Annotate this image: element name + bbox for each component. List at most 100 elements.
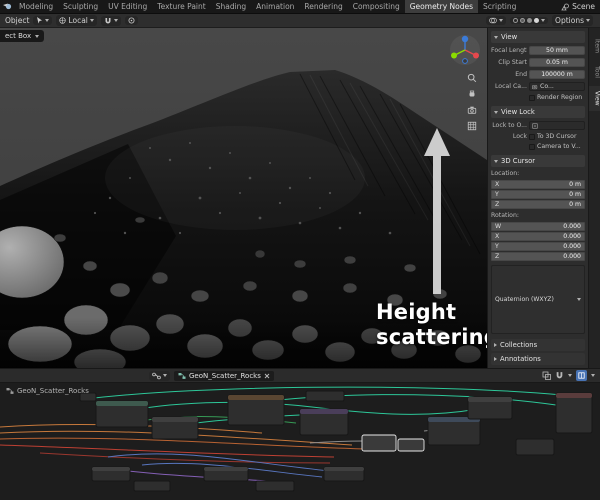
tab-texture-paint[interactable]: Texture Paint [152, 0, 210, 13]
panel-collapsed-icon [494, 357, 497, 361]
axis-z-neg-handle[interactable] [462, 58, 468, 64]
cursor-panel-header[interactable]: 3D Cursor [491, 155, 585, 167]
clip-end-field[interactable]: 100000 m [529, 70, 585, 79]
cursor-location-x[interactable]: X 0 m [491, 180, 585, 189]
tab-compositing[interactable]: Compositing [348, 0, 405, 13]
cursor-location-z[interactable]: Z 0 m [491, 200, 585, 209]
cursor-rotation-w[interactable]: W 0.000 [491, 222, 585, 231]
panel-collapsed-icon [494, 343, 497, 347]
tab-animation[interactable]: Animation [251, 0, 299, 13]
axis-value: 0.000 [563, 233, 581, 240]
clip-start-field[interactable]: 0.05 m [529, 58, 585, 67]
node[interactable] [299, 408, 349, 436]
overlay-toggle-active[interactable] [576, 370, 587, 381]
solid-shading-icon[interactable] [520, 18, 526, 23]
render-region-checkbox[interactable] [529, 94, 535, 101]
editor-type-dropdown[interactable] [149, 370, 170, 381]
pan-button[interactable] [466, 88, 478, 100]
node[interactable] [133, 480, 171, 492]
transform-orientation-dropdown[interactable]: Local [56, 15, 97, 26]
annotation-text: Height scattering [376, 300, 487, 350]
tab-sculpting[interactable]: Sculpting [58, 0, 103, 13]
camera-to-view-label: Camera to V... [537, 143, 581, 150]
to-3d-cursor-checkbox[interactable] [529, 133, 535, 140]
zoom-button[interactable] [466, 72, 478, 84]
rotation-mode-dropdown[interactable]: Quaternion (WXYZ) [491, 265, 585, 334]
cursor-rotation-y[interactable]: Y 0.000 [491, 242, 585, 251]
node-editor-canvas[interactable]: GeoN_Scatter_Rocks [0, 383, 600, 500]
snap-magnet-icon[interactable] [555, 371, 564, 380]
collections-panel-header[interactable]: Collections [491, 339, 585, 351]
node-tree-icon [6, 388, 14, 394]
node[interactable] [427, 416, 481, 446]
wireframe-shading-icon[interactable] [513, 18, 519, 23]
tab-modeling[interactable]: Modeling [14, 0, 58, 13]
axis-z-handle[interactable] [461, 35, 469, 43]
chevron-down-icon [541, 19, 546, 22]
navigation-gizmo[interactable] [449, 34, 481, 66]
rendered-shading-icon[interactable] [534, 18, 540, 23]
axis-x-handle[interactable] [473, 52, 479, 59]
viewport-3d[interactable]: Height scattering ect Box [0, 28, 487, 368]
shading-mode-switch[interactable] [510, 17, 549, 24]
chevron-down-icon [591, 374, 595, 377]
axis-value: 0 m [569, 191, 581, 198]
node[interactable] [255, 480, 295, 492]
tab-scripting[interactable]: Scripting [478, 0, 521, 13]
scene-selector[interactable]: Scene [561, 0, 600, 13]
node[interactable] [95, 400, 149, 428]
sidebar-tab-tool[interactable]: Tool [589, 61, 600, 83]
node-tree-breadcrumb[interactable]: GeoN_Scatter_Rocks [174, 370, 274, 381]
chevron-down-icon [568, 374, 572, 377]
view-panel-header[interactable]: View [491, 31, 585, 43]
active-tool-dropdown[interactable]: ect Box [0, 30, 45, 42]
focal-length-label: Focal Length [491, 47, 527, 54]
object-menu[interactable]: Object [5, 16, 29, 25]
sidebar-tab-item[interactable]: Item [589, 34, 600, 58]
close-icon[interactable] [264, 373, 270, 379]
node[interactable] [227, 394, 285, 426]
node[interactable] [203, 466, 249, 482]
snap-toggle[interactable] [100, 15, 121, 26]
node[interactable] [323, 466, 365, 482]
material-shading-icon[interactable] [527, 18, 533, 23]
panel-expand-icon [494, 110, 498, 114]
blender-menu-icon[interactable] [0, 0, 14, 13]
sidebar-tab-view[interactable]: View [588, 86, 600, 111]
node[interactable] [91, 466, 131, 482]
axis-letter: Y [495, 191, 499, 198]
tab-uv-editing[interactable]: UV Editing [103, 0, 152, 13]
orientation-value: Local [68, 16, 88, 25]
parent-tree-icon[interactable] [542, 371, 551, 380]
cursor-location-y[interactable]: Y 0 m [491, 190, 585, 199]
node[interactable] [305, 390, 345, 402]
node-graph[interactable] [0, 383, 600, 500]
node-selected[interactable] [361, 434, 397, 452]
node[interactable] [467, 396, 513, 420]
chevron-down-icon [577, 298, 581, 301]
node[interactable] [515, 438, 555, 456]
sidebar-view-panel: View Focal Length 50 mm Clip Start 0.05 … [487, 28, 588, 368]
cursor-rotation-x[interactable]: X 0.000 [491, 232, 585, 241]
view-lock-panel-header[interactable]: View Lock [491, 106, 585, 118]
axis-value: 0 m [569, 201, 581, 208]
tab-shading[interactable]: Shading [211, 0, 251, 13]
camera-to-view-checkbox[interactable] [529, 143, 535, 150]
options-dropdown[interactable]: Options [552, 15, 593, 26]
lock-to-object-field[interactable] [529, 121, 585, 130]
tab-geometry-nodes[interactable]: Geometry Nodes [404, 0, 479, 13]
local-camera-field[interactable]: Co... [529, 82, 585, 91]
node-selected[interactable] [397, 438, 425, 452]
focal-length-field[interactable]: 50 mm [529, 46, 585, 55]
node[interactable] [151, 416, 199, 440]
annotations-panel-header[interactable]: Annotations [491, 353, 585, 365]
tab-rendering[interactable]: Rendering [299, 0, 347, 13]
overlays-dropdown[interactable] [486, 16, 507, 25]
axis-y-handle[interactable] [451, 52, 457, 59]
cursor-rotation-z[interactable]: Z 0.000 [491, 252, 585, 261]
proportional-editing-toggle[interactable] [124, 16, 138, 25]
camera-view-button[interactable] [466, 104, 478, 116]
node[interactable] [555, 392, 593, 434]
ortho-toggle-button[interactable] [466, 120, 478, 132]
mode-dropdown[interactable] [33, 16, 53, 25]
